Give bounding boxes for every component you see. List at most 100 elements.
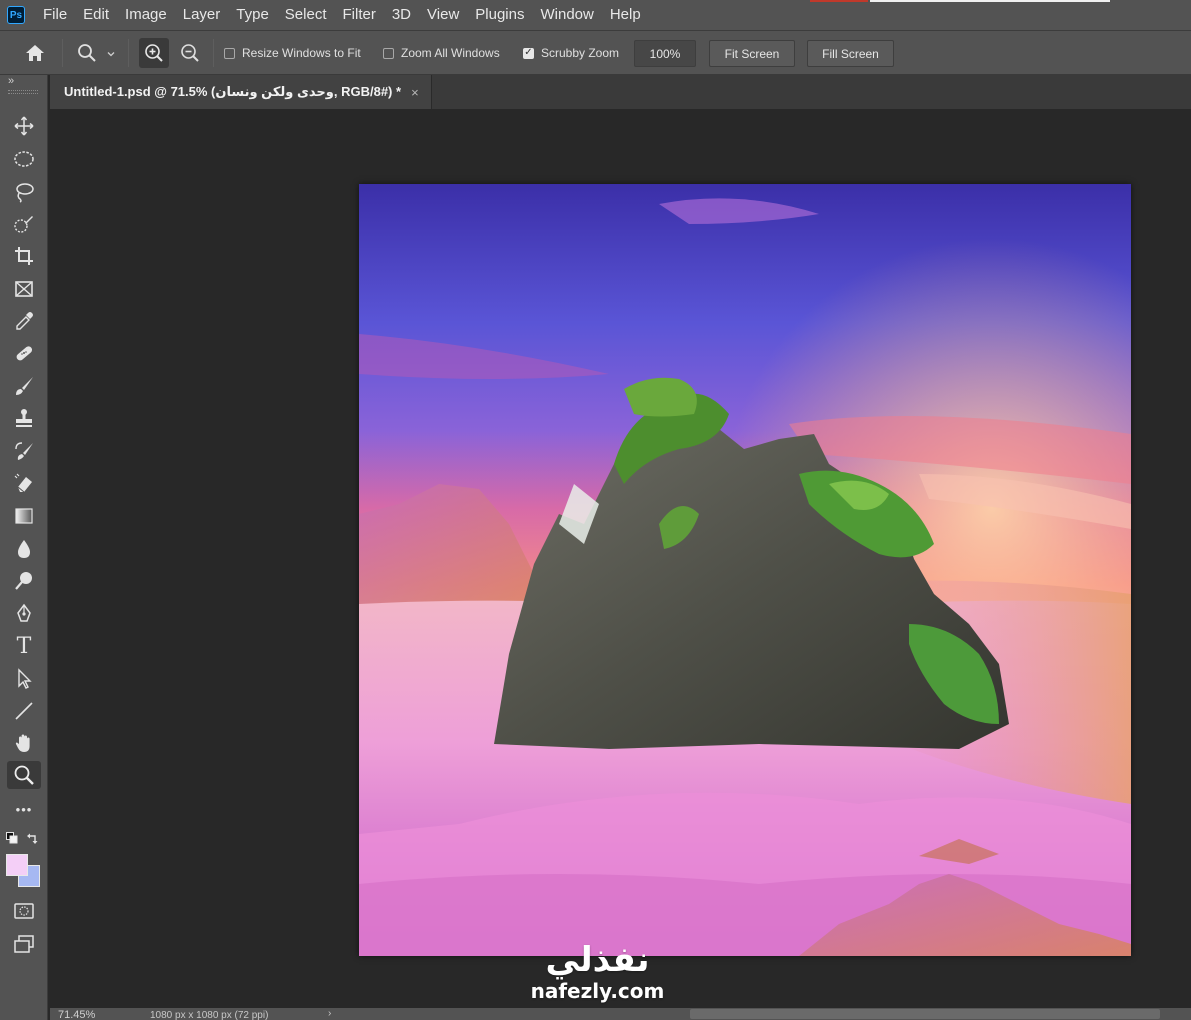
scrubby-zoom-label: Scrubby Zoom (541, 46, 620, 60)
canvas-workspace[interactable] (50, 109, 1191, 1008)
lasso-tool-button[interactable] (7, 178, 41, 206)
collapse-panel-button[interactable]: » (8, 75, 14, 87)
type-tool-button[interactable]: T (7, 632, 41, 660)
resize-windows-label: Resize Windows to Fit (242, 46, 361, 60)
fill-screen-button[interactable]: Fill Screen (807, 40, 894, 67)
zoom-out-button[interactable] (175, 38, 205, 68)
zoom-tool-button[interactable] (7, 761, 41, 789)
swap-colors-icon[interactable] (27, 832, 39, 844)
move-icon (14, 116, 34, 136)
menu-select[interactable]: Select (277, 0, 335, 30)
zoom-all-label: Zoom All Windows (401, 46, 500, 60)
document-tab[interactable]: Untitled-1.psd @ 71.5% (وحدى ولكن ونسان,… (50, 75, 432, 109)
tools-panel: » T ••• (0, 75, 48, 1020)
hand-tool-button[interactable] (7, 729, 41, 757)
title-highlight-strip (870, 0, 1110, 2)
dodge-tool-button[interactable] (7, 567, 41, 595)
frame-icon (15, 281, 33, 297)
elliptical-marquee-icon (14, 151, 34, 167)
home-button[interactable] (20, 38, 50, 68)
photoshop-logo-icon[interactable]: Ps (7, 6, 25, 24)
zoom-percent-field[interactable]: 100% (634, 40, 696, 67)
screen-mode-button[interactable] (7, 930, 41, 958)
menu-help[interactable]: Help (602, 0, 649, 30)
options-divider (213, 39, 214, 67)
menu-3d[interactable]: 3D (384, 0, 419, 30)
close-tab-icon[interactable]: × (411, 85, 419, 100)
hand-icon (15, 734, 30, 752)
crop-icon (15, 247, 33, 265)
menu-image[interactable]: Image (117, 0, 175, 30)
magnifier-icon (78, 44, 96, 62)
zoom-all-checkbox[interactable] (383, 47, 394, 59)
artwork-image (359, 184, 1131, 956)
bandage-icon (16, 346, 33, 361)
clone-stamp-tool-button[interactable] (7, 404, 41, 432)
scrubby-zoom-option[interactable]: ✓ Scrubby Zoom (523, 43, 619, 63)
menu-layer[interactable]: Layer (175, 0, 229, 30)
watermark-arabic-text: نفذلي (545, 940, 650, 980)
edit-toolbar-button[interactable]: ••• (7, 795, 41, 823)
watermark-latin-text: nafezly.com (530, 979, 665, 1003)
blur-tool-button[interactable] (7, 535, 41, 563)
quick-selection-icon (14, 216, 33, 233)
path-selection-tool-button[interactable] (7, 665, 41, 693)
brush-icon (16, 377, 33, 395)
more-icon: ••• (15, 801, 33, 817)
resize-windows-checkbox[interactable] (224, 47, 235, 59)
quick-mask-icon (14, 903, 34, 919)
zoom-icon (14, 765, 34, 785)
document-canvas[interactable] (359, 184, 1131, 956)
move-tool-button[interactable] (7, 112, 41, 140)
pen-tool-button[interactable] (7, 600, 41, 628)
dodge-icon (15, 572, 32, 590)
menu-file[interactable]: File (35, 0, 75, 30)
options-bar: Resize Windows to Fit Zoom All Windows ✓… (0, 30, 1191, 75)
healing-brush-tool-button[interactable] (7, 339, 41, 367)
eyedropper-tool-button[interactable] (7, 307, 41, 335)
fit-screen-button[interactable]: Fit Screen (709, 40, 795, 67)
drop-icon (18, 540, 30, 558)
horizontal-scrollbar[interactable] (690, 1009, 1160, 1019)
menu-edit[interactable]: Edit (75, 0, 117, 30)
status-document-info: 1080 px x 1080 px (72 ppi) (150, 1010, 269, 1020)
menu-bar: Ps File Edit Image Layer Type Select Fil… (0, 0, 1191, 30)
eraser-tool-button[interactable] (7, 469, 41, 497)
zoom-all-option[interactable]: Zoom All Windows (383, 43, 500, 63)
brush-tool-button[interactable] (7, 372, 41, 400)
history-brush-tool-button[interactable] (7, 437, 41, 465)
watermark: نفذلي nafezly.com (520, 940, 675, 1002)
options-divider (128, 39, 129, 67)
status-menu-arrow-icon[interactable]: › (328, 1008, 331, 1019)
quick-selection-tool-button[interactable] (7, 210, 41, 238)
menu-view[interactable]: View (419, 0, 467, 30)
marquee-tool-button[interactable] (7, 145, 41, 173)
zoom-tool-preset-button[interactable] (72, 38, 102, 68)
type-icon: T (16, 633, 32, 659)
resize-windows-option[interactable]: Resize Windows to Fit (224, 43, 361, 63)
menu-filter[interactable]: Filter (335, 0, 384, 30)
screen-mode-icon (14, 935, 34, 953)
zoom-out-icon (181, 44, 199, 62)
menu-window[interactable]: Window (532, 0, 601, 30)
menu-type[interactable]: Type (228, 0, 277, 30)
quick-mask-button[interactable] (7, 897, 41, 925)
status-zoom-level[interactable]: 71.45% (58, 1009, 95, 1020)
zoom-in-button[interactable] (139, 38, 169, 68)
gradient-tool-button[interactable] (7, 502, 41, 530)
frame-tool-button[interactable] (7, 275, 41, 303)
status-bar: 71.45% 1080 px x 1080 px (72 ppi) › (50, 1008, 1191, 1020)
gradient-icon (15, 508, 33, 524)
panel-grip[interactable] (8, 90, 38, 94)
menu-plugins[interactable]: Plugins (467, 0, 532, 30)
preset-dropdown[interactable] (104, 47, 118, 61)
scrubby-zoom-checkbox[interactable]: ✓ (523, 47, 534, 59)
eraser-icon (14, 473, 32, 493)
crop-tool-button[interactable] (7, 242, 41, 270)
eyedropper-icon (16, 312, 33, 330)
document-tab-title: Untitled-1.psd @ 71.5% (وحدى ولكن ونسان,… (64, 84, 402, 99)
zoom-in-icon (145, 44, 163, 62)
foreground-color-swatch[interactable] (6, 854, 28, 876)
default-colors-icon[interactable] (6, 832, 18, 844)
line-tool-button[interactable] (7, 697, 41, 725)
